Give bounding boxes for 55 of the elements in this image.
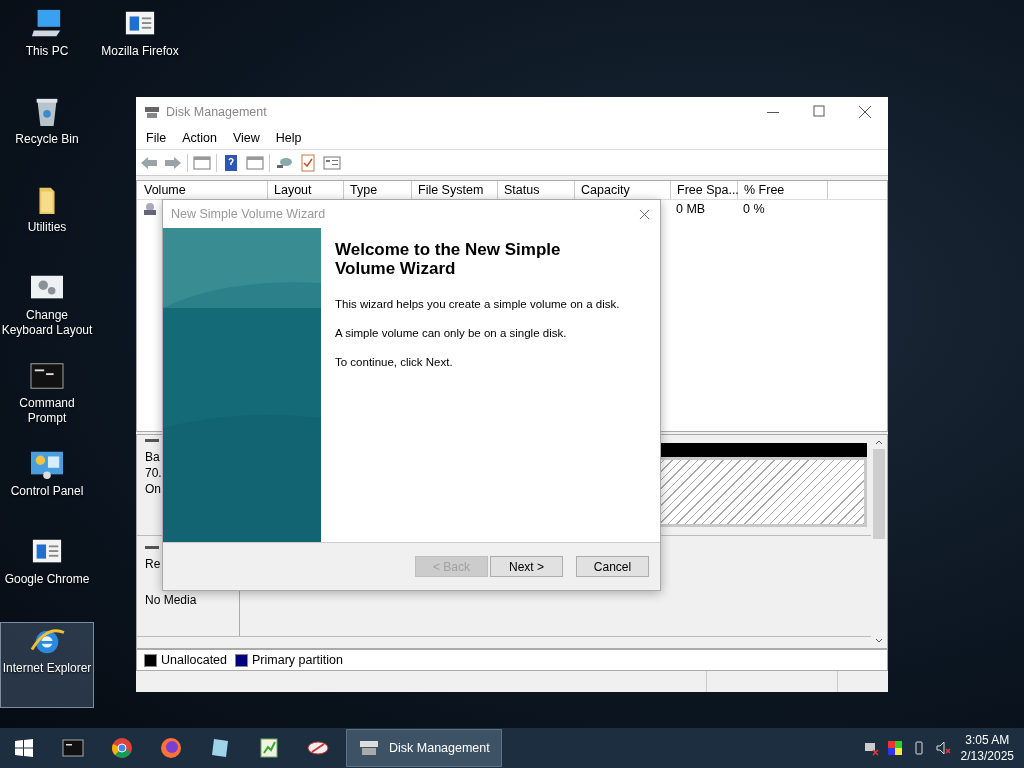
desktop-icon[interactable]: Mozilla Firefox — [93, 6, 187, 92]
cancel-button[interactable]: Cancel — [576, 556, 649, 577]
icon-label: Google Chrome — [4, 572, 90, 587]
taskbar-button[interactable]: Disk Management — [346, 729, 502, 767]
table-cell-text: 0 % — [742, 202, 766, 216]
cmd-icon — [28, 360, 66, 392]
icon-label: Internet Explorer — [2, 661, 92, 676]
disk-icon — [144, 104, 160, 119]
desktop-icon[interactable]: Internet Explorer — [0, 622, 94, 708]
network-icon[interactable] — [862, 740, 879, 756]
next-button[interactable]: Next > — [490, 556, 563, 577]
wizard-heading: Welcome to the New Simple Volume Wizard — [335, 240, 562, 278]
disk-label: No Media — [145, 592, 198, 608]
desktop-icon[interactable]: Google Chrome — [0, 534, 94, 620]
disk-label: 70. — [145, 465, 163, 481]
desktop-icon[interactable]: Recycle Bin — [0, 94, 94, 180]
desktop-icon[interactable]: Control Panel — [0, 446, 94, 532]
menu-item[interactable]: Action — [174, 130, 225, 145]
icon-label: Control Panel — [10, 484, 84, 499]
window-pane-icon[interactable] — [192, 153, 212, 172]
menu-item[interactable]: Help — [267, 130, 310, 145]
icon-label: Utilities — [27, 220, 67, 235]
column-header[interactable]: % Free — [738, 181, 828, 199]
desktop-icon[interactable]: Command Prompt — [0, 358, 94, 444]
icon-label: Command Prompt — [18, 396, 76, 426]
clock[interactable]: 3:05 AM 2/13/2025 — [954, 732, 1024, 764]
desktop-icon[interactable]: Utilities — [0, 182, 94, 268]
checklist-icon[interactable] — [298, 153, 318, 172]
menu-item[interactable]: View — [224, 130, 268, 145]
disk-icon — [143, 202, 157, 216]
menu-item[interactable]: File — [138, 130, 175, 145]
desktop-icon[interactable]: This PC — [0, 6, 94, 92]
icon-label: This PC — [25, 44, 69, 59]
wizard-text: To continue, click Next. — [335, 355, 454, 370]
table-cell-text: 0 MB — [675, 202, 707, 216]
close-button[interactable] — [639, 208, 650, 220]
start-button[interactable] — [14, 738, 34, 758]
icon-label: Change Keyboard Layout — [0, 308, 94, 338]
disk-label: Re — [145, 556, 162, 572]
legend-label: Primary partition — [252, 653, 343, 667]
legend-label: Unallocated — [161, 653, 227, 667]
properties-icon[interactable] — [322, 153, 342, 172]
color-squares-icon[interactable] — [886, 740, 903, 756]
speaker-muted-icon[interactable] — [934, 740, 951, 756]
desktop-icon[interactable]: Change Keyboard Layout — [0, 270, 94, 356]
window-pane-icon[interactable] — [245, 153, 265, 172]
disk-label: On — [145, 481, 162, 497]
icon-label: Recycle Bin — [15, 132, 79, 147]
column-header[interactable]: Free Spa... — [671, 181, 738, 199]
icon-label: Mozilla Firefox — [101, 44, 179, 59]
wizard-text: A simple volume can only be on a single disk. — [335, 326, 568, 341]
wizard-text: This wizard helps you create a simple volume on a disk. — [335, 297, 621, 312]
disk-label: Ba — [145, 449, 161, 465]
dialog-title: New Simple Volume Wizard — [171, 207, 326, 221]
window-title: Disk Management — [166, 104, 267, 119]
